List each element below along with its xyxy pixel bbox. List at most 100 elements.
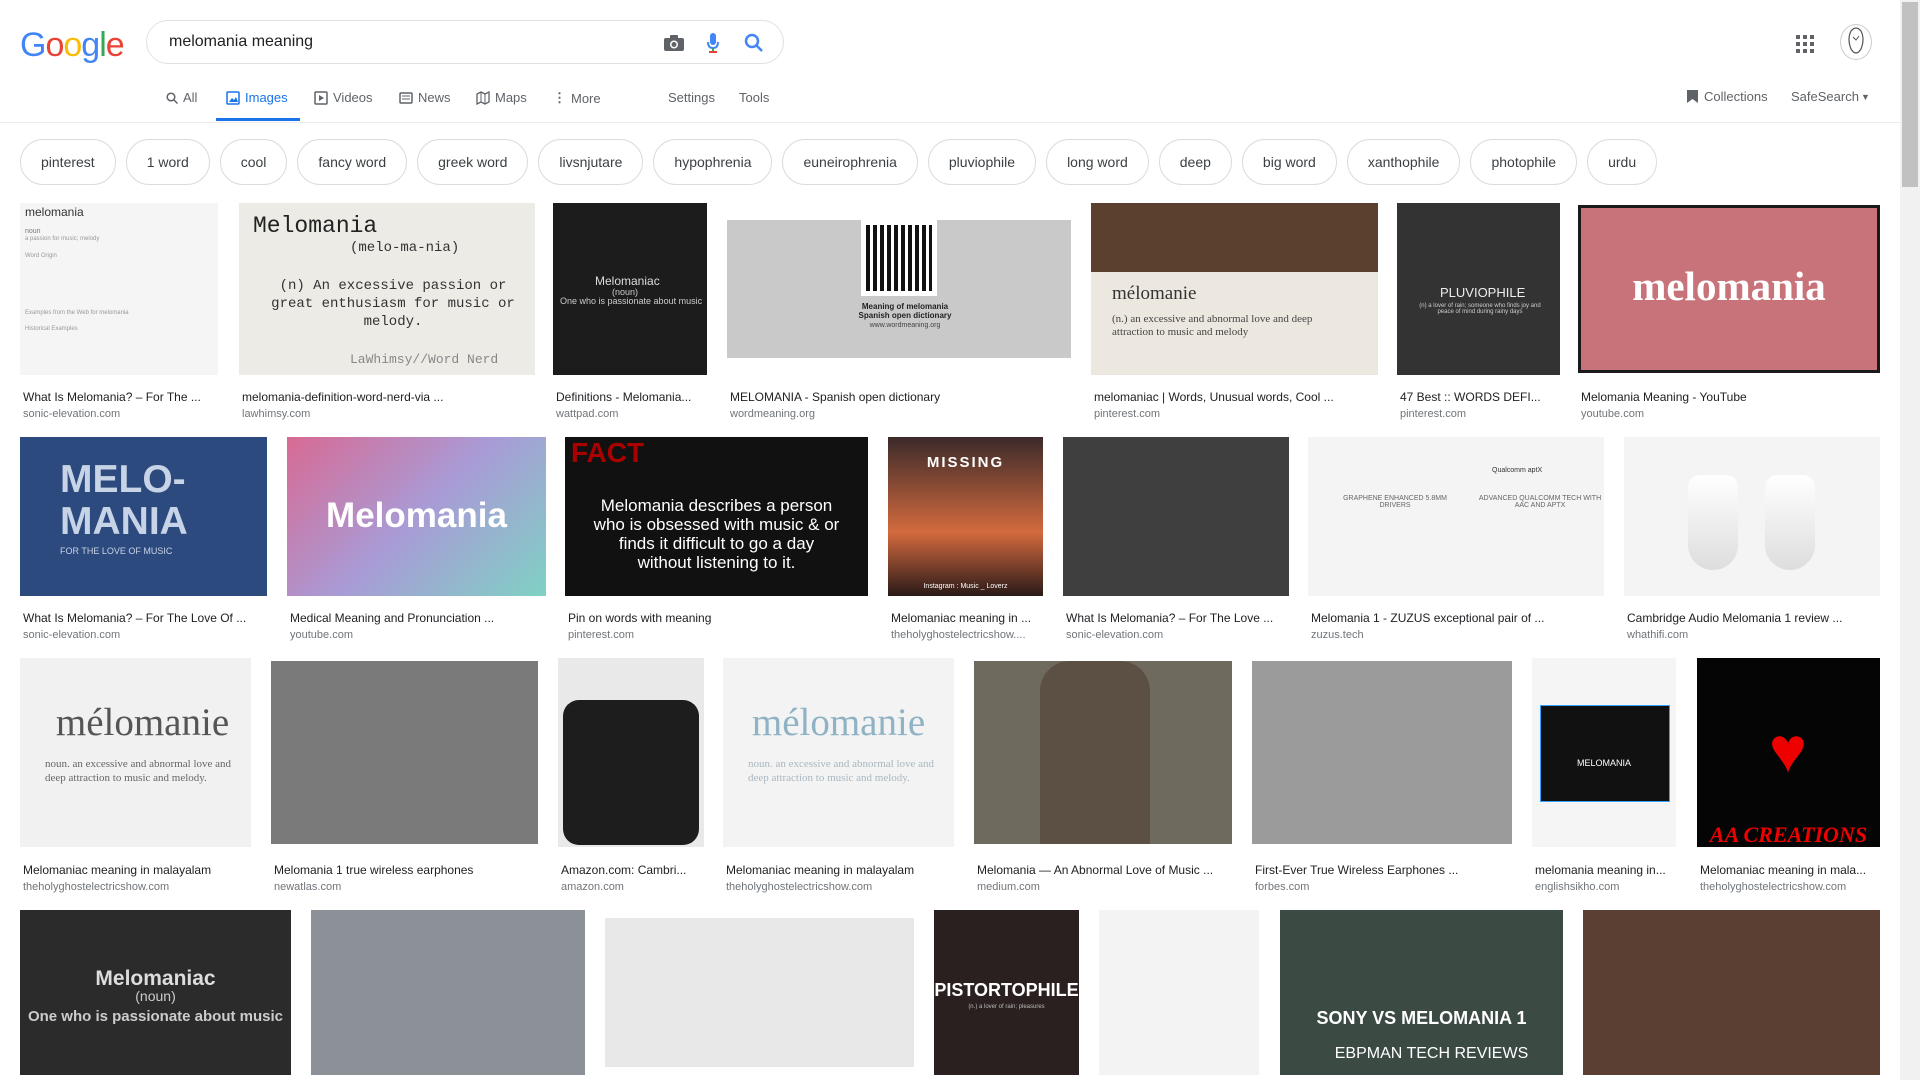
scrollbar-thumb[interactable] [1902, 2, 1918, 187]
apps-grid-icon[interactable] [1795, 34, 1815, 54]
settings-link[interactable]: Settings [668, 90, 715, 105]
tab-maps[interactable]: Maps [476, 90, 527, 105]
result-source[interactable]: medium.com [977, 881, 1232, 893]
related-searches: pinterest 1 word cool fancy word greek word l… [20, 139, 1658, 187]
scrollbar[interactable] [1900, 0, 1920, 1080]
result-caption[interactable]: Melomania — An Abnormal Love of Music ..… [977, 863, 1232, 877]
google-logo[interactable]: Google [20, 26, 125, 65]
chip-1-word[interactable]: 1 word [125, 139, 210, 185]
tab-news[interactable]: News [399, 90, 451, 105]
result-caption[interactable]: What Is Melomania? – For The ... [23, 390, 218, 404]
result-earbuds-accessories[interactable] [1583, 910, 1880, 1075]
chip-deep[interactable]: deep [1158, 139, 1232, 185]
tab-all[interactable]: All [166, 90, 197, 105]
result-source[interactable]: youtube.com [290, 629, 546, 641]
result-source[interactable]: pinterest.com [568, 629, 868, 641]
result-caption[interactable]: 47 Best :: WORDS DEFI... [1400, 390, 1560, 404]
result-caption[interactable]: melomania meaning in... [1535, 863, 1676, 877]
chip-long-word[interactable]: long word [1046, 139, 1149, 185]
result-caption[interactable]: Melomaniac meaning in malayalam [23, 863, 251, 877]
result-caption[interactable]: Melomania 1 - ZUZUS exceptional pair of … [1311, 611, 1604, 625]
search-input[interactable] [167, 32, 641, 52]
search-icon[interactable] [743, 32, 765, 54]
camera-icon[interactable] [663, 32, 685, 54]
chip-cool[interactable]: cool [219, 139, 288, 185]
result-caption[interactable]: Pin on words with meaning [568, 611, 868, 625]
result-black-case-earbuds[interactable] [605, 918, 914, 1067]
more-vert-icon: ⋮ [553, 90, 566, 105]
result-source[interactable]: zuzus.tech [1311, 629, 1604, 641]
chip-urdu[interactable]: urdu [1587, 139, 1658, 185]
tab-images[interactable]: Images [226, 90, 288, 105]
safesearch-dropdown[interactable]: SafeSearch ▼ [1791, 89, 1870, 104]
result-source[interactable]: whathifi.com [1627, 629, 1880, 641]
result-caption[interactable]: Melomania 1 true wireless earphones [274, 863, 538, 877]
result-earbuds-open-case[interactable] [1252, 661, 1512, 844]
result-caption[interactable]: Melomania Meaning - YouTube [1581, 390, 1880, 404]
thumbnail-card [1540, 705, 1670, 802]
result-caption[interactable]: Cambridge Audio Melomania 1 review ... [1627, 611, 1880, 625]
image-text-t3-title: Melomaniac [595, 274, 660, 288]
result-caption[interactable]: Medical Meaning and Pronunciation ... [290, 611, 546, 625]
result-cambridge-earbuds-white[interactable] [1624, 437, 1880, 596]
result-source[interactable]: theholyghostelectricshow.com [726, 881, 954, 893]
result-source[interactable]: pinterest.com [1094, 408, 1378, 420]
search-icon [166, 91, 178, 104]
result-caption[interactable]: Melomaniac meaning in ... [891, 611, 1043, 625]
chip-hypophrenia[interactable]: hypophrenia [653, 139, 773, 185]
result-caption[interactable]: Melomaniac meaning in mala... [1700, 863, 1880, 877]
result-dark-city[interactable] [1063, 437, 1289, 596]
chip-greek-word[interactable]: greek word [417, 139, 529, 185]
image-text-t6-def: (n) a lover of rain; someone who finds j… [1419, 303, 1541, 315]
result-caption[interactable]: What Is Melomania? – For The Love Of ... [23, 611, 267, 625]
result-source[interactable]: youtube.com [1581, 408, 1880, 420]
result-zuzus-earbuds[interactable] [1308, 437, 1604, 596]
tab-label: More [571, 90, 601, 106]
chip-pinterest[interactable]: pinterest [20, 139, 116, 185]
result-caption[interactable]: Amazon.com: Cambri... [561, 863, 704, 877]
chip-pluviophile[interactable]: pluviophile [927, 139, 1037, 185]
result-blue-case[interactable] [311, 910, 585, 1075]
result-caption[interactable]: Melomaniac meaning in malayalam [726, 863, 954, 877]
chip-big-word[interactable]: big word [1241, 139, 1337, 185]
result-caption[interactable]: melomaniac | Words, Unusual words, Cool … [1094, 390, 1378, 404]
result-caption[interactable]: Definitions - Melomania... [556, 390, 707, 404]
chip-fancy-word[interactable]: fancy word [297, 139, 408, 185]
result-source[interactable]: theholyghostelectricshow.com [23, 881, 251, 893]
result-melomanie-text[interactable] [20, 658, 251, 847]
image-text-t15-def: noun. an excessive and abnormal love and… [45, 758, 232, 784]
result-source[interactable]: lawhimsy.com [242, 408, 535, 420]
result-source[interactable]: theholyghostelectricshow.com [1700, 881, 1880, 893]
result-source[interactable]: sonic-elevation.com [23, 408, 218, 420]
result-caption[interactable]: MELOMANIA - Spanish open dictionary [730, 390, 1071, 404]
result-caption[interactable]: What Is Melomania? – For The Love ... [1066, 611, 1289, 625]
chip-livsnjutare[interactable]: livsnjutare [538, 139, 644, 185]
result-source[interactable]: forbes.com [1255, 881, 1512, 893]
result-caption[interactable]: melomania-definition-word-nerd-via ... [242, 390, 535, 404]
result-caption[interactable]: First-Ever True Wireless Earphones ... [1255, 863, 1512, 877]
collections-link[interactable]: Collections [1686, 89, 1768, 104]
image-text-t3-def: One who is passionate about music [560, 296, 703, 306]
result-source[interactable]: newatlas.com [274, 881, 538, 893]
result-source[interactable]: sonic-elevation.com [1066, 629, 1289, 641]
result-source[interactable]: amazon.com [561, 881, 704, 893]
result-source[interactable]: theholyghostelectricshow.... [891, 629, 1043, 641]
result-source[interactable]: sonic-elevation.com [23, 629, 267, 641]
tab-videos[interactable]: Videos [314, 90, 373, 105]
chip-xanthophile[interactable]: xanthophile [1346, 139, 1461, 185]
tab-more[interactable]: ⋮ More [553, 90, 601, 106]
search-box [146, 20, 784, 64]
result-source[interactable]: pinterest.com [1400, 408, 1560, 420]
result-earbuds-in-hand[interactable] [271, 661, 538, 844]
image-text-t6-title: PLUVIOPHILE [1440, 285, 1526, 300]
result-source[interactable]: wordmeaning.org [730, 408, 1071, 420]
tools-link[interactable]: Tools [739, 90, 769, 105]
avatar[interactable] [1840, 24, 1872, 60]
mic-icon[interactable] [702, 32, 724, 54]
result-earbuds-case-upright[interactable] [1099, 910, 1259, 1075]
result-melomanie-text-2[interactable] [723, 658, 954, 847]
result-source[interactable]: wattpad.com [556, 408, 707, 420]
chip-photophile[interactable]: photophile [1470, 139, 1578, 185]
chip-euneirophrenia[interactable]: euneirophrenia [782, 139, 918, 185]
result-source[interactable]: englishsikho.com [1535, 881, 1676, 893]
